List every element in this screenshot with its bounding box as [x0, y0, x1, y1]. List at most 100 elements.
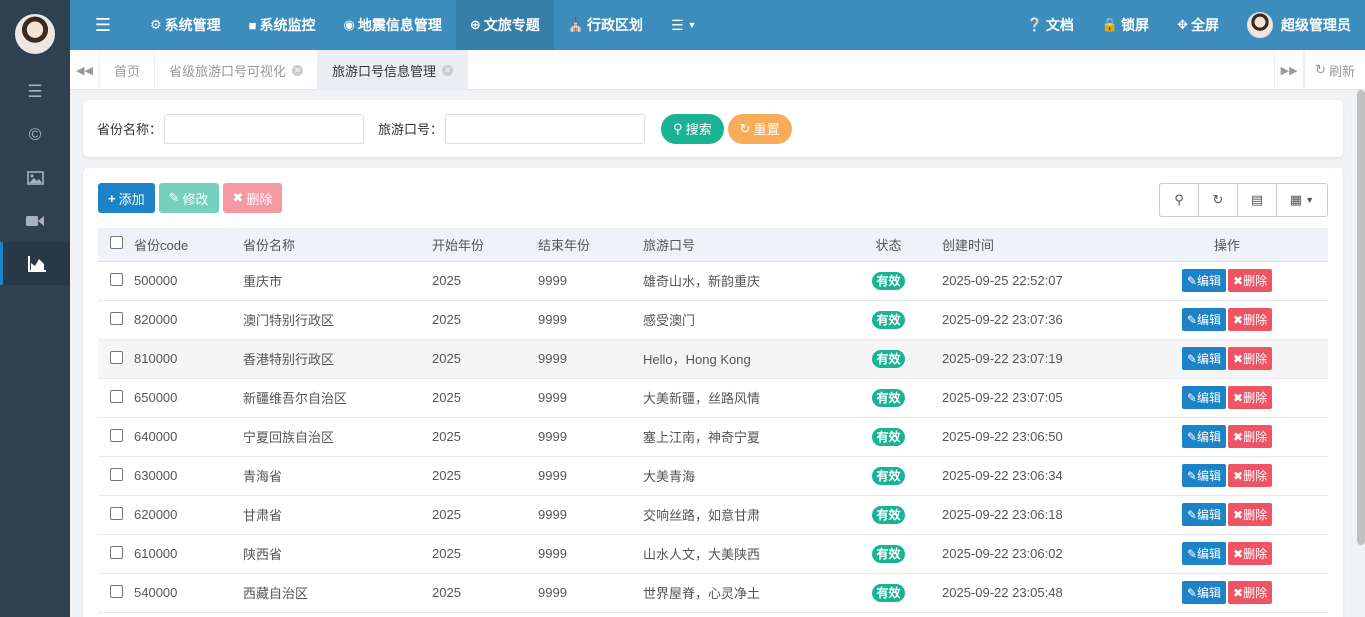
- col-slogan[interactable]: 旅游口号: [643, 228, 851, 262]
- table-row[interactable]: 630000 青海省 2025 9999 大美青海 有效 2025-09-22 23:06:…: [98, 456, 1328, 496]
- row-delete-label: 删除: [1243, 469, 1268, 483]
- table-row[interactable]: 810000 香港特别行政区 2025 9999 Hello，Hong Kong 有效 20…: [98, 339, 1328, 379]
- row-delete-button[interactable]: ✖删除: [1228, 386, 1273, 409]
- close-icon[interactable]: ✕: [292, 64, 304, 76]
- row-checkbox[interactable]: [109, 389, 123, 403]
- refresh-table-button[interactable]: ↻: [1199, 184, 1238, 216]
- tab-scroll-left-button[interactable]: ◀◀: [70, 50, 100, 90]
- menu-toggle-button[interactable]: ☰: [70, 0, 136, 50]
- delete-button[interactable]: ✖ 删除: [222, 183, 283, 213]
- row-edit-button[interactable]: ✎编辑: [1181, 581, 1226, 604]
- row-delete-button[interactable]: ✖删除: [1228, 308, 1273, 331]
- nav-system-monitor[interactable]: ■ 系统监控: [235, 0, 330, 50]
- row-edit-button[interactable]: ✎编辑: [1181, 425, 1226, 448]
- row-edit-button[interactable]: ✎编辑: [1181, 542, 1226, 565]
- table-row[interactable]: 820000 澳门特别行政区 2025 9999 感受澳门 有效 2025-09-22 23…: [98, 300, 1328, 340]
- tab-home[interactable]: 首页: [100, 50, 156, 90]
- row-edit-button[interactable]: ✎编辑: [1181, 308, 1226, 331]
- row-edit-label: 编辑: [1196, 430, 1221, 444]
- map-pin-icon: ◉: [343, 17, 355, 32]
- nav-earthquake[interactable]: ◉ 地震信息管理: [330, 0, 456, 50]
- table-row[interactable]: 540000 西藏自治区 2025 9999 世界屋脊，心灵净土 有效 2025-09-22…: [98, 573, 1328, 613]
- forward-icon: ▶▶: [1280, 64, 1298, 77]
- row-checkbox[interactable]: [109, 272, 123, 286]
- row-delete-button[interactable]: ✖删除: [1228, 581, 1273, 604]
- reset-button[interactable]: ↻ 重置: [727, 113, 792, 144]
- toggle-search-button[interactable]: ⚲: [1160, 184, 1199, 216]
- province-name-input[interactable]: [164, 113, 365, 144]
- columns-dropdown-button[interactable]: ▦ ▼: [1277, 184, 1327, 216]
- bank-icon: ⛪: [567, 17, 584, 32]
- table-row[interactable]: 500000 重庆市 2025 9999 雄奇山水，新韵重庆 有效 2025-09-25 2…: [98, 261, 1328, 301]
- row-delete-button[interactable]: ✖删除: [1228, 542, 1273, 565]
- fullscreen-button[interactable]: ✥ 全屏: [1163, 0, 1233, 50]
- row-delete-button[interactable]: ✖删除: [1228, 347, 1273, 370]
- user-menu[interactable]: 超级管理员: [1233, 0, 1365, 50]
- table-row[interactable]: 610000 陕西省 2025 9999 山水人文，大美陕西 有效 2025-09-22 2…: [98, 534, 1328, 574]
- tab-slogan-manage[interactable]: 旅游口号信息管理 ✕: [318, 50, 469, 90]
- edit-button[interactable]: ✎ 修改: [158, 183, 219, 213]
- close-icon[interactable]: ✕: [442, 64, 454, 76]
- cell-created: 2025-09-22 23:06:02: [926, 534, 1126, 574]
- nav-culture-tourism[interactable]: ⊕ 文旅专题: [455, 0, 554, 50]
- sidebar-item-copyright[interactable]: ©: [0, 113, 70, 156]
- edit-icon: ✎: [1186, 274, 1197, 288]
- row-delete-button[interactable]: ✖删除: [1228, 464, 1273, 487]
- row-delete-button[interactable]: ✖删除: [1228, 269, 1273, 292]
- row-delete-button[interactable]: ✖删除: [1228, 503, 1273, 526]
- lock-icon: 🔒: [1101, 17, 1119, 32]
- row-checkbox[interactable]: [109, 584, 123, 598]
- sidebar-item-menu[interactable]: ☰: [0, 70, 70, 113]
- col-name[interactable]: 省份名称: [243, 228, 432, 262]
- select-all-checkbox[interactable]: [109, 236, 123, 250]
- sidebar-item-video[interactable]: [0, 199, 70, 242]
- tab-refresh-button[interactable]: ↻ 刷新: [1304, 50, 1365, 90]
- tab-slogan-visual[interactable]: 省级旅游口号可视化 ✕: [155, 50, 319, 90]
- row-checkbox[interactable]: [109, 311, 123, 325]
- page-scrollbar[interactable]: [1357, 90, 1365, 545]
- search-button[interactable]: ⚲ 搜索: [661, 113, 724, 144]
- row-edit-button[interactable]: ✎编辑: [1181, 503, 1226, 526]
- nav-label: 行政区划: [586, 17, 643, 33]
- row-edit-button[interactable]: ✎编辑: [1181, 386, 1226, 409]
- row-edit-button[interactable]: ✎编辑: [1181, 347, 1226, 370]
- table-row[interactable]: 620000 甘肃省 2025 9999 交响丝路，如意甘肃 有效 2025-09-22 2…: [98, 495, 1328, 535]
- lock-screen-button[interactable]: 🔒 锁屏: [1088, 0, 1163, 50]
- row-checkbox[interactable]: [109, 467, 123, 481]
- col-created[interactable]: 创建时间: [926, 228, 1126, 262]
- toggle-view-button[interactable]: ▤: [1238, 184, 1277, 216]
- slogan-input[interactable]: [445, 113, 646, 144]
- cell-end-year: 9999: [538, 534, 643, 574]
- tab-scroll-right-button[interactable]: ▶▶: [1274, 50, 1305, 90]
- docs-button[interactable]: ❔ 文档: [1013, 0, 1088, 50]
- video-icon: ■: [248, 17, 257, 33]
- row-checkbox[interactable]: [109, 350, 123, 364]
- nav-more-dropdown[interactable]: ☰ ▼: [657, 0, 710, 50]
- col-end-year[interactable]: 结束年份: [538, 228, 643, 262]
- row-delete-button[interactable]: ✖删除: [1228, 425, 1273, 448]
- cell-status: 有效: [851, 300, 926, 340]
- nav-system-manage[interactable]: ⚙ 系统管理: [136, 0, 235, 50]
- row-checkbox[interactable]: [109, 506, 123, 520]
- sidebar-item-chart[interactable]: [0, 242, 70, 285]
- row-edit-button[interactable]: ✎编辑: [1181, 269, 1226, 292]
- close-icon: ✖: [1233, 586, 1244, 600]
- sidebar-item-image[interactable]: [0, 156, 70, 199]
- col-start-year[interactable]: 开始年份: [432, 228, 538, 262]
- add-button[interactable]: + 添加: [98, 183, 155, 213]
- cell-end-year: 9999: [538, 417, 643, 457]
- col-code[interactable]: 省份code: [134, 228, 243, 262]
- row-edit-button[interactable]: ✎编辑: [1181, 464, 1226, 487]
- table-row[interactable]: 640000 宁夏回族自治区 2025 9999 塞上江南，神奇宁夏 有效 2025-09-…: [98, 417, 1328, 457]
- col-status[interactable]: 状态: [851, 228, 926, 262]
- table-row[interactable]: 650000 新疆维吾尔自治区 2025 9999 大美新疆，丝路风情 有效 2025-09…: [98, 378, 1328, 418]
- status-badge: 有效: [872, 272, 905, 290]
- row-checkbox[interactable]: [109, 545, 123, 559]
- row-checkbox[interactable]: [109, 428, 123, 442]
- table-tools: ⚲ ↻ ▤ ▦ ▼: [1159, 183, 1328, 217]
- cell-actions: ✎编辑 ✖删除: [1126, 339, 1328, 379]
- select-all-cell: [98, 228, 134, 262]
- row-delete-label: 删除: [1243, 547, 1268, 561]
- nav-admin-division[interactable]: ⛪ 行政区划: [554, 0, 657, 50]
- sidebar-avatar[interactable]: [15, 14, 55, 54]
